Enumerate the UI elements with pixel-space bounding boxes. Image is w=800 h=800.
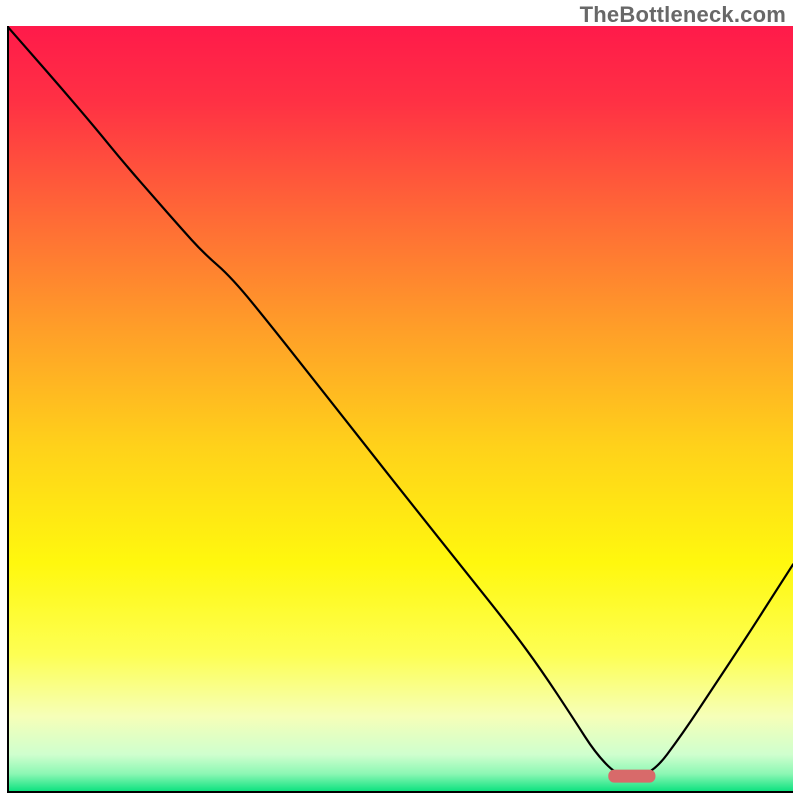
watermark-text: TheBottleneck.com	[580, 2, 786, 28]
chart-container: TheBottleneck.com	[0, 0, 800, 800]
chart-plot	[7, 26, 793, 793]
y-axis-line	[7, 26, 9, 793]
target-marker	[608, 770, 655, 783]
x-axis-line	[7, 791, 793, 793]
chart-background	[7, 26, 793, 793]
